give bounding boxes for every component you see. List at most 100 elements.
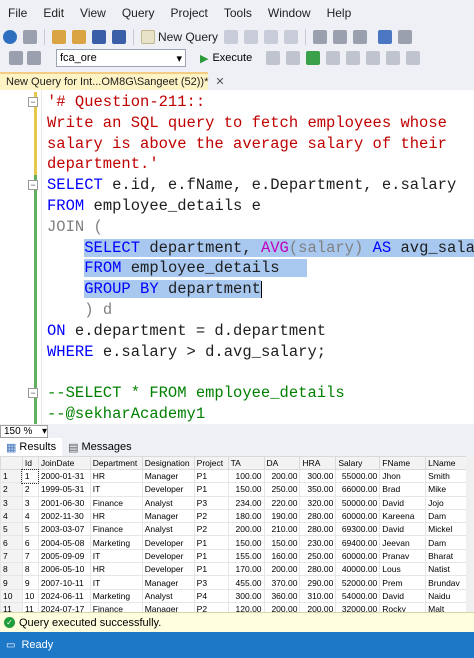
column-header[interactable]: Id <box>21 456 39 470</box>
plan-icon[interactable] <box>326 51 341 65</box>
mdx-icon[interactable] <box>224 30 239 44</box>
row-number[interactable]: 6 <box>0 535 23 550</box>
collapse-icon[interactable]: − <box>28 97 38 107</box>
paste-icon[interactable] <box>353 30 368 44</box>
pin-icon[interactable]: ✕ <box>215 76 224 88</box>
zoom-select[interactable]: 150 % ▾ <box>0 424 48 438</box>
row-number[interactable]: 2 <box>0 482 23 497</box>
table-row[interactable]: 2 2 1999-05-31 IT Developer P1 150.00 250.00 350… <box>0 482 474 497</box>
row-number[interactable]: 5 <box>0 522 23 537</box>
collapse-icon[interactable]: − <box>28 388 38 398</box>
undo-icon[interactable] <box>378 30 393 44</box>
vertical-scrollbar[interactable] <box>466 456 474 612</box>
table-row[interactable]: 5 5 2003-03-07 Finance Analyst P2 200.00 210.00… <box>0 522 474 537</box>
save-icon[interactable] <box>92 30 106 44</box>
kw-where: WHERE <box>47 342 94 361</box>
xmla-icon[interactable] <box>264 30 279 44</box>
open-folder-icon[interactable] <box>72 30 86 44</box>
table-cell: 150.00 <box>227 535 265 550</box>
table-cell: Jeevan <box>379 535 427 550</box>
table-cell: 250.00 <box>263 482 301 497</box>
table-cell: 1999-05-31 <box>37 482 91 497</box>
table-cell: 10 <box>21 588 39 603</box>
table-row[interactable]: 9 9 2007-10-11 IT Manager P3 455.00 370.00 290.0… <box>0 575 474 590</box>
database-select[interactable]: fca_ore ▾ <box>56 49 186 67</box>
menu-window[interactable]: Window <box>260 6 319 20</box>
column-header[interactable]: HRA <box>299 456 337 470</box>
column-header[interactable]: JoinDate <box>37 456 91 470</box>
table-row[interactable]: 10 10 2024-06-11 Marketing Analyst P4 300.00 36… <box>0 588 474 603</box>
cancel-query-icon[interactable] <box>286 51 301 65</box>
table-cell: HR <box>89 468 143 484</box>
forward-icon[interactable] <box>23 30 37 44</box>
collapse-icon[interactable]: − <box>28 180 38 190</box>
row-number[interactable]: 7 <box>0 548 23 564</box>
connect-icon[interactable] <box>9 51 23 65</box>
save-all-icon[interactable] <box>112 30 126 44</box>
column-header[interactable] <box>0 456 23 470</box>
table-cell: Jhon <box>379 468 427 484</box>
column-header[interactable]: FName <box>379 456 427 470</box>
column-header[interactable]: TA <box>227 456 265 470</box>
query-editor[interactable]: − − − '# Question-211:: Write an SQL que… <box>0 90 474 445</box>
results-grid[interactable]: Id JoinDate Department Designation Project TA… <box>0 456 474 612</box>
execute-label: Execute <box>212 52 253 64</box>
menu-project[interactable]: Project <box>163 6 216 20</box>
row-number[interactable]: 4 <box>0 508 23 524</box>
results-to-text-icon[interactable] <box>366 51 381 65</box>
menu-help[interactable]: Help <box>319 6 360 20</box>
column-header[interactable]: Designation <box>141 456 195 470</box>
disconnect-icon[interactable] <box>27 51 41 65</box>
row-number[interactable]: 10 <box>0 588 23 603</box>
toolbar-separator <box>133 29 134 45</box>
table-row[interactable]: 8 8 2006-05-10 HR Developer P1 170.00 200.00 280… <box>0 562 474 577</box>
row-number[interactable]: 8 <box>0 562 23 577</box>
copy-icon[interactable] <box>333 30 348 44</box>
table-cell: Analyst <box>141 588 195 603</box>
table-row[interactable]: 11 11 2024-07-17 Finance Manager P2 120.00 200.… <box>0 601 474 612</box>
code-line-4: department.' <box>47 155 159 174</box>
table-cell: Brad <box>379 482 427 497</box>
comment-icon[interactable] <box>386 51 401 65</box>
column-header[interactable]: DA <box>263 456 301 470</box>
menu-tools[interactable]: Tools <box>216 6 260 20</box>
tab-messages[interactable]: ▤ Messages <box>62 438 138 456</box>
results-to-grid-icon[interactable] <box>346 51 361 65</box>
table-row[interactable]: 6 6 2004-05-08 Marketing Developer P1 150.00 15… <box>0 535 474 550</box>
column-header[interactable]: Project <box>193 456 229 470</box>
new-file-icon[interactable] <box>52 30 66 44</box>
table-cell: 40000.00 <box>335 562 381 577</box>
cut-icon[interactable] <box>313 30 328 44</box>
menu-query[interactable]: Query <box>114 6 163 20</box>
row-number[interactable]: 1 <box>0 468 23 484</box>
query-status: ✓ Query executed successfully. <box>0 612 474 632</box>
column-header[interactable]: Department <box>89 456 143 470</box>
query-tab[interactable]: New Query for Int...OM8G\Sangeet (52))* … <box>0 72 225 90</box>
table-cell: 160.00 <box>263 548 301 564</box>
new-query-icon[interactable] <box>141 30 155 44</box>
menu-file[interactable]: File <box>0 6 35 20</box>
tab-results[interactable]: ▦ Results <box>0 438 63 456</box>
execute-button[interactable]: ▶ Execute <box>200 52 252 65</box>
back-icon[interactable] <box>3 30 17 44</box>
table-cell: P1 <box>193 535 229 550</box>
parse-icon[interactable] <box>306 51 321 65</box>
row-number[interactable]: 3 <box>0 495 23 510</box>
toolbar-separator <box>305 29 307 45</box>
table-row[interactable]: 3 3 2001-06-30 Finance Analyst P3 234.00 220.00… <box>0 495 474 510</box>
dmx-icon[interactable] <box>244 30 259 44</box>
table-row[interactable]: 4 4 2002-11-30 HR Manager P2 180.00 190.00 280.0… <box>0 508 474 524</box>
row-number[interactable]: 9 <box>0 575 23 590</box>
menu-edit[interactable]: Edit <box>35 6 72 20</box>
table-row[interactable]: 7 7 2005-09-09 IT Developer P1 155.00 160.00 250… <box>0 548 474 564</box>
table-row[interactable]: 1 1 2000-01-31 HR Manager P1 100.00 200.00 300.0… <box>0 468 474 484</box>
debug-icon[interactable] <box>266 51 281 65</box>
new-query-button[interactable]: New Query <box>158 30 218 44</box>
table-cell: P1 <box>193 562 229 577</box>
column-header[interactable]: Salary <box>335 456 381 470</box>
row-number[interactable]: 11 <box>0 601 23 612</box>
menu-view[interactable]: View <box>72 6 114 20</box>
uncomment-icon[interactable] <box>406 51 421 65</box>
redo-icon[interactable] <box>398 30 413 44</box>
dax-icon[interactable] <box>284 30 299 44</box>
